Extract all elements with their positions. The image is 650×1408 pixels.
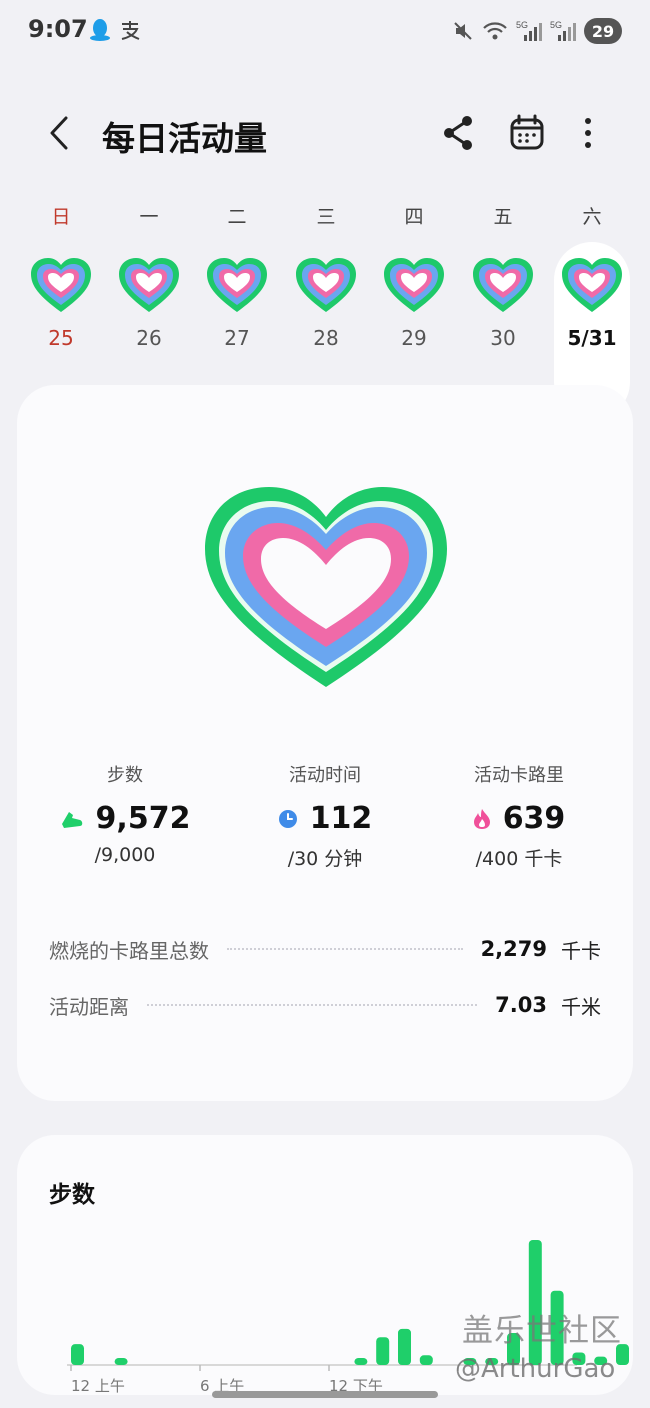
calories-metric[interactable]: 活动卡路里 639 /400 千卡 <box>429 761 609 871</box>
activity-ring-icon <box>382 256 446 316</box>
steps-bar <box>419 1355 433 1365</box>
steps-metric[interactable]: 步数 9,572 /9,000 <box>35 761 215 866</box>
share-icon[interactable] <box>438 112 480 154</box>
day-date: 26 <box>136 326 162 350</box>
stat-value: 2,279 <box>480 937 547 961</box>
day-thu[interactable]: 四 29 <box>376 190 452 370</box>
flame-icon <box>473 808 490 829</box>
page-title: 每日活动量 <box>102 119 267 158</box>
signal-icon: 5G <box>516 20 542 41</box>
calories-label: 活动卡路里 <box>474 765 564 786</box>
day-date: 28 <box>313 326 339 350</box>
activity-ring-icon <box>205 256 269 316</box>
day-date: 5/31 <box>567 326 617 350</box>
steps-bar <box>398 1328 411 1365</box>
daily-summary-card: 步数 9,572 /9,000 活动时间 112 /30 分钟 活动卡路里 63… <box>17 385 633 1101</box>
day-date: 27 <box>224 326 250 350</box>
qq-icon <box>90 19 110 41</box>
more-options-icon[interactable] <box>570 112 606 154</box>
signal-label: 5G <box>516 20 528 30</box>
day-weekday: 二 <box>227 206 247 228</box>
day-date: 25 <box>48 326 74 350</box>
day-tue[interactable]: 二 27 <box>199 190 275 370</box>
battery-indicator: 29 <box>584 18 622 44</box>
day-mon[interactable]: 一 26 <box>111 190 187 370</box>
home-indicator[interactable] <box>212 1391 438 1398</box>
active-time-goal: /30 分钟 <box>287 848 363 870</box>
stat-unit: 千卡 <box>561 938 601 963</box>
wifi-icon <box>483 22 507 40</box>
week-selector: 日 25 一 26 二 27 三 28 四 29 五 30 六 5/31 <box>0 190 650 420</box>
shoe-icon <box>61 811 82 828</box>
tick-label: 12 上午 <box>71 1377 125 1395</box>
calories-goal: /400 千卡 <box>475 848 563 870</box>
stat-label: 活动距离 <box>49 994 129 1019</box>
activity-ring-icon <box>117 256 181 316</box>
active-time-value: 112 <box>309 801 373 836</box>
clock-icon <box>278 809 297 828</box>
back-button[interactable] <box>40 108 84 158</box>
day-weekday: 一 <box>139 206 159 228</box>
day-fri[interactable]: 五 30 <box>465 190 541 370</box>
day-date: 29 <box>401 326 427 350</box>
steps-bar <box>71 1344 84 1365</box>
dotted-leader <box>227 948 463 950</box>
active-time-label: 活动时间 <box>289 765 361 786</box>
day-sun[interactable]: 日 25 <box>23 190 99 370</box>
activity-ring-icon <box>29 256 93 316</box>
stat-label: 燃烧的卡路里总数 <box>49 938 209 963</box>
stat-unit: 千米 <box>561 994 601 1019</box>
calendar-icon[interactable] <box>506 112 548 154</box>
activity-ring-icon <box>471 256 535 316</box>
day-date: 30 <box>490 326 516 350</box>
watermark-handle: @ArthurGao <box>455 1354 616 1384</box>
day-weekday: 六 <box>582 206 602 228</box>
stat-value: 7.03 <box>495 993 547 1017</box>
steps-bar <box>376 1337 390 1365</box>
activity-ring-icon <box>294 256 358 316</box>
status-time: 9:07 <box>28 15 88 43</box>
total-calories-row: 燃烧的卡路里总数 2,279 千卡 <box>49 929 601 969</box>
alipay-icon <box>121 21 140 40</box>
steps-bar <box>114 1358 128 1365</box>
activity-heart-rings <box>205 487 447 687</box>
steps-label: 步数 <box>107 765 143 786</box>
signal-icon-2: 5G <box>550 20 576 41</box>
steps-value: 9,572 <box>95 801 191 836</box>
active-time-metric[interactable]: 活动时间 112 /30 分钟 <box>235 761 415 871</box>
distance-row: 活动距离 7.03 千米 <box>49 985 601 1025</box>
day-weekday: 五 <box>493 206 513 228</box>
day-weekday: 三 <box>316 206 336 228</box>
mute-icon <box>454 22 472 40</box>
dotted-leader <box>147 1004 478 1006</box>
day-weekday: 日 <box>51 206 71 228</box>
calories-value: 639 <box>502 801 566 836</box>
watermark-text: 盖乐世社区 <box>462 1313 622 1349</box>
signal-label-2: 5G <box>550 20 562 30</box>
steps-bar <box>354 1358 368 1365</box>
day-wed[interactable]: 三 28 <box>288 190 364 370</box>
activity-ring-icon <box>560 256 624 316</box>
status-bar: 9:07 5G 5G 29 <box>0 0 650 62</box>
app-bar: 每日活动量 <box>0 100 650 170</box>
day-weekday: 四 <box>404 206 424 228</box>
steps-goal: /9,000 <box>94 844 156 866</box>
